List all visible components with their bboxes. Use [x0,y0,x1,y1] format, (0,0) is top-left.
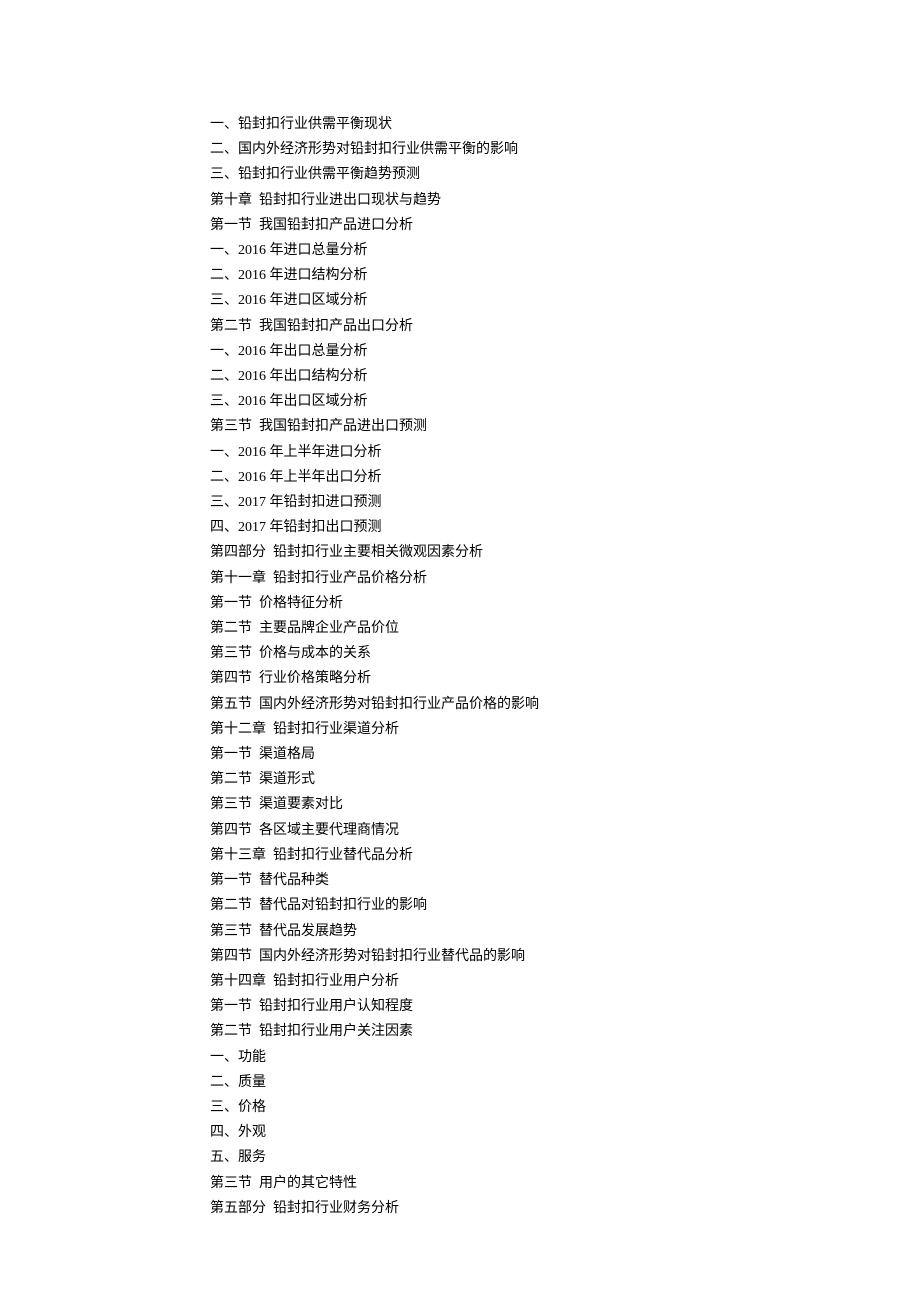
toc-line: 三、铅封扣行业供需平衡趋势预测 [210,162,920,187]
toc-line: 二、2016 年进口结构分析 [210,263,920,288]
document-page: 一、铅封扣行业供需平衡现状 二、国内外经济形势对铅封扣行业供需平衡的影响 三、铅… [0,0,920,1302]
toc-line: 二、2016 年出口结构分析 [210,364,920,389]
toc-line: 第四节 行业价格策略分析 [210,666,920,691]
toc-line: 第三节 替代品发展趋势 [210,919,920,944]
toc-line: 一、2016 年进口总量分析 [210,238,920,263]
toc-line: 一、铅封扣行业供需平衡现状 [210,112,920,137]
toc-line: 一、2016 年上半年进口分析 [210,440,920,465]
toc-line: 第三节 渠道要素对比 [210,792,920,817]
toc-line: 第二节 铅封扣行业用户关注因素 [210,1019,920,1044]
toc-line: 第三节 我国铅封扣产品进出口预测 [210,414,920,439]
toc-line: 第一节 渠道格局 [210,742,920,767]
toc-line: 第一节 价格特征分析 [210,591,920,616]
toc-line: 四、2017 年铅封扣出口预测 [210,515,920,540]
toc-line: 四、外观 [210,1120,920,1145]
toc-line: 第二节 渠道形式 [210,767,920,792]
toc-line: 二、2016 年上半年出口分析 [210,465,920,490]
toc-line: 第二节 主要品牌企业产品价位 [210,616,920,641]
toc-line: 第三节 用户的其它特性 [210,1171,920,1196]
toc-line: 第五部分 铅封扣行业财务分析 [210,1196,920,1221]
toc-line: 第一节 我国铅封扣产品进口分析 [210,213,920,238]
toc-line: 第二节 我国铅封扣产品出口分析 [210,314,920,339]
toc-line: 第十二章 铅封扣行业渠道分析 [210,717,920,742]
toc-line: 三、价格 [210,1095,920,1120]
toc-line: 一、功能 [210,1045,920,1070]
toc-line: 第四节 各区域主要代理商情况 [210,818,920,843]
toc-line: 三、2017 年铅封扣进口预测 [210,490,920,515]
toc-line: 二、国内外经济形势对铅封扣行业供需平衡的影响 [210,137,920,162]
toc-line: 第十四章 铅封扣行业用户分析 [210,969,920,994]
toc-line: 第四节 国内外经济形势对铅封扣行业替代品的影响 [210,944,920,969]
toc-line: 第一节 替代品种类 [210,868,920,893]
toc-line: 三、2016 年进口区域分析 [210,288,920,313]
toc-line: 第十章 铅封扣行业进出口现状与趋势 [210,188,920,213]
toc-line: 第十三章 铅封扣行业替代品分析 [210,843,920,868]
toc-line: 一、2016 年出口总量分析 [210,339,920,364]
toc-line: 三、2016 年出口区域分析 [210,389,920,414]
toc-line: 第十一章 铅封扣行业产品价格分析 [210,566,920,591]
toc-line: 第三节 价格与成本的关系 [210,641,920,666]
toc-line: 第一节 铅封扣行业用户认知程度 [210,994,920,1019]
toc-line: 二、质量 [210,1070,920,1095]
toc-line: 五、服务 [210,1145,920,1170]
toc-line: 第五节 国内外经济形势对铅封扣行业产品价格的影响 [210,692,920,717]
toc-line: 第二节 替代品对铅封扣行业的影响 [210,893,920,918]
toc-line: 第四部分 铅封扣行业主要相关微观因素分析 [210,540,920,565]
